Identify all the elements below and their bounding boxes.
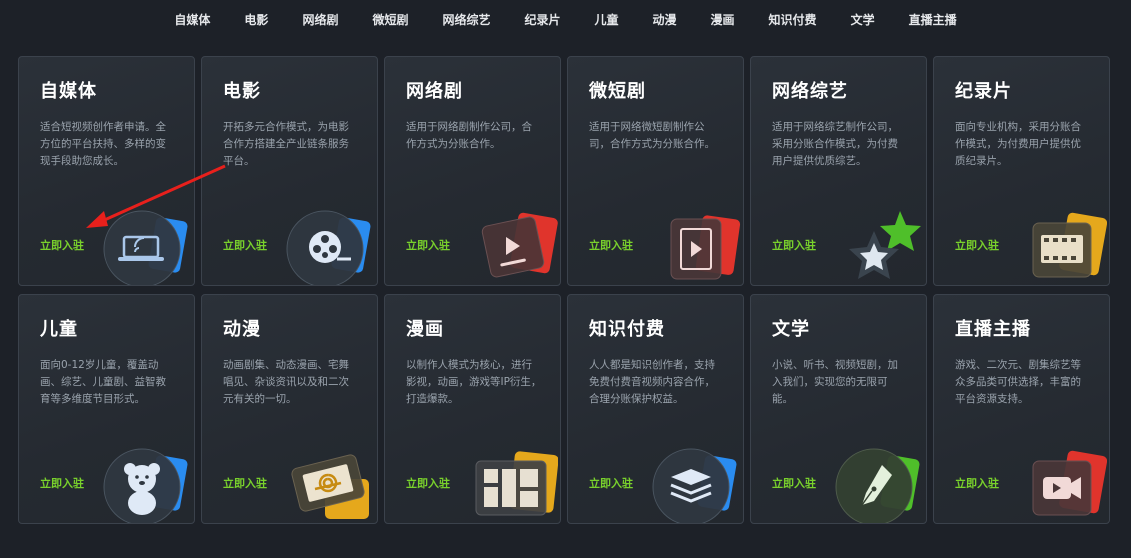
books-icon [651,443,741,523]
join-now-link[interactable]: 立即入驻 [40,475,84,491]
nav-item-zhishifufei[interactable]: 知识付费 [752,11,834,28]
play-screen-icon [468,205,558,285]
card-title: 漫画 [406,319,444,340]
card-description: 以制作人模式为核心，进行影视，动画，游戏等IP衍生，打造爆款。 [406,359,542,405]
card-description: 小说、听书、视频短剧，加入我们，实现您的无限可能。 [772,359,898,405]
join-now-link[interactable]: 立即入驻 [772,475,816,491]
nav-item-weiduanju[interactable]: 微短剧 [355,11,425,28]
film-strip-icon [1017,205,1107,285]
card-weiduanju[interactable]: 微短剧 适用于网络微短剧制作公司，合作方式为分账合作。 立即入驻 [567,56,744,286]
nav-item-zimeiti[interactable]: 自媒体 [157,11,227,28]
join-now-link[interactable]: 立即入驻 [772,237,816,253]
nav-item-zhibozhubo[interactable]: 直播主播 [892,11,974,28]
card-manhua[interactable]: 漫画 以制作人模式为核心，进行影视，动画，游戏等IP衍生，打造爆款。 立即入驻 [384,294,561,524]
nav-item-manhua[interactable]: 漫画 [694,11,752,28]
join-now-link[interactable]: 立即入驻 [955,475,999,491]
card-wangluoju[interactable]: 网络剧 适用于网络剧制作公司，合作方式为分账合作。 立即入驻 [384,56,561,286]
card-description: 适合短视频创作者申请。全方位的平台扶持、多样的变现手段助您成长。 [40,121,166,167]
stars-icon [834,205,924,285]
card-description: 适用于网络综艺制作公司，采用分账合作模式，为付费用户提供优质综艺。 [772,121,898,167]
nav-item-dongman[interactable]: 动漫 [636,11,694,28]
card-title: 纪录片 [955,81,1012,102]
join-now-link[interactable]: 立即入驻 [40,237,84,253]
category-card-grid: 自媒体 适合短视频创作者申请。全方位的平台扶持、多样的变现手段助您成长。 立即入… [18,56,1110,524]
card-dongman[interactable]: 动漫 动画剧集、动态漫画、宅舞唱见、杂谈资讯以及和二次元有关的一切。 立即入驻 [201,294,378,524]
card-description: 人人都是知识创作者，支持免费付费音视频内容合作，合理分账保护权益。 [589,359,715,405]
ninja-ticket-icon [285,443,375,523]
card-description: 开拓多元合作模式，为电影合作方搭建全产业链条服务平台。 [223,121,349,167]
comic-panels-icon [468,443,558,523]
join-now-link[interactable]: 立即入驻 [589,475,633,491]
top-category-nav: 自媒体 电影 网络剧 微短剧 网络综艺 纪录片 儿童 动漫 漫画 知识付费 文学… [0,0,1131,38]
nav-item-wangluoju[interactable]: 网络剧 [285,11,355,28]
nav-item-wenxue[interactable]: 文学 [834,11,892,28]
card-title: 网络综艺 [772,81,848,102]
card-description: 适用于网络剧制作公司，合作方式为分账合作。 [406,121,532,150]
join-now-link[interactable]: 立即入驻 [223,475,267,491]
card-jilupian[interactable]: 纪录片 面向专业机构，采用分账合作模式，为付费用户提供优质纪录片。 立即入驻 [933,56,1110,286]
card-title: 自媒体 [40,81,97,102]
nav-item-ertong[interactable]: 儿童 [578,11,636,28]
join-now-link[interactable]: 立即入驻 [955,237,999,253]
card-zimeiti[interactable]: 自媒体 适合短视频创作者申请。全方位的平台扶持、多样的变现手段助您成长。 立即入… [18,56,195,286]
card-description: 动画剧集、动态漫画、宅舞唱见、杂谈资讯以及和二次元有关的一切。 [223,359,349,405]
card-zhishifufei[interactable]: 知识付费 人人都是知识创作者，支持免费付费音视频内容合作，合理分账保护权益。 立… [567,294,744,524]
card-ertong[interactable]: 儿童 面向0-12岁儿童，覆盖动画、综艺、儿童剧、益智教育等多维度节目形式。 立… [18,294,195,524]
pen-nib-icon [834,443,924,523]
join-now-link[interactable]: 立即入驻 [406,237,450,253]
card-description: 适用于网络微短剧制作公司，合作方式为分账合作。 [589,121,715,150]
nav-item-dianying[interactable]: 电影 [227,11,285,28]
nav-item-wangluozongyi[interactable]: 网络综艺 [425,11,507,28]
join-now-link[interactable]: 立即入驻 [223,237,267,253]
card-title: 动漫 [223,319,261,340]
card-zhibozhubo[interactable]: 直播主播 游戏、二次元、剧集综艺等众多品类可供选择，丰富的平台资源支持。 立即入… [933,294,1110,524]
film-play-icon [651,205,741,285]
card-description: 面向0-12岁儿童，覆盖动画、综艺、儿童剧、益智教育等多维度节目形式。 [40,359,166,405]
teddy-bear-icon [102,443,192,523]
nav-item-jilupian[interactable]: 纪录片 [507,11,577,28]
card-dianying[interactable]: 电影 开拓多元合作模式，为电影合作方搭建全产业链条服务平台。 立即入驻 [201,56,378,286]
card-title: 知识付费 [589,319,665,340]
card-title: 直播主播 [955,319,1031,340]
video-camera-icon [1017,443,1107,523]
card-wangluozongyi[interactable]: 网络综艺 适用于网络综艺制作公司，采用分账合作模式，为付费用户提供优质综艺。 立… [750,56,927,286]
join-now-link[interactable]: 立即入驻 [406,475,450,491]
join-now-link[interactable]: 立即入驻 [589,237,633,253]
card-title: 电影 [223,81,261,102]
card-description: 面向专业机构，采用分账合作模式，为付费用户提供优质纪录片。 [955,121,1081,167]
card-wenxue[interactable]: 文学 小说、听书、视频短剧，加入我们，实现您的无限可能。 立即入驻 [750,294,927,524]
card-title: 网络剧 [406,81,463,102]
card-title: 儿童 [40,319,78,340]
card-description: 游戏、二次元、剧集综艺等众多品类可供选择，丰富的平台资源支持。 [955,359,1081,405]
laptop-wifi-icon [102,205,192,285]
film-reel-icon [285,205,375,285]
card-title: 文学 [772,319,810,340]
card-title: 微短剧 [589,81,646,102]
